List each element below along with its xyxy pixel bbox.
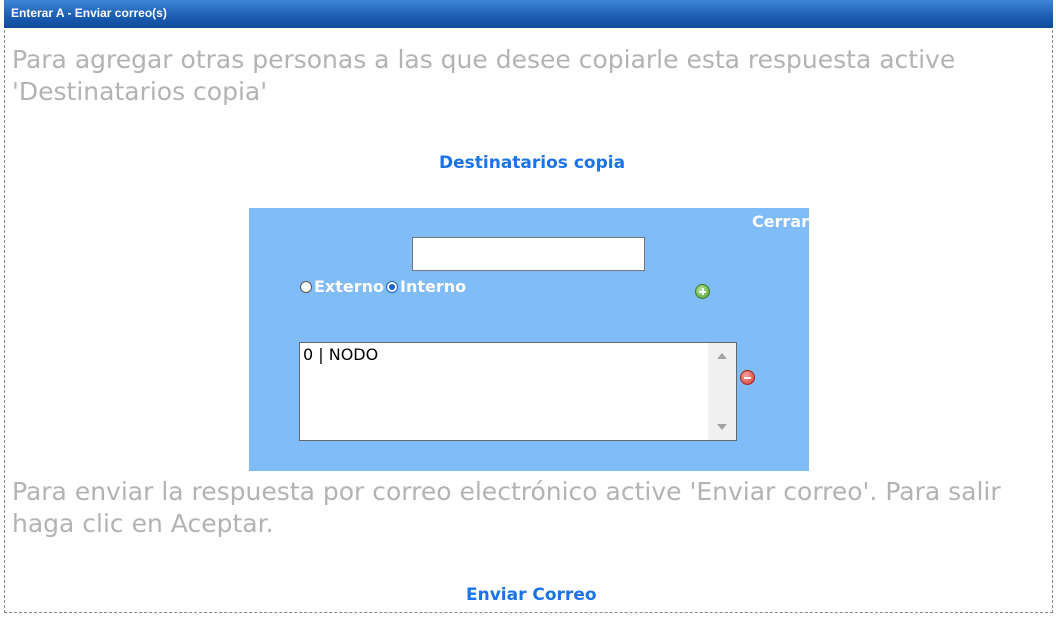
plus-vertical xyxy=(701,288,704,295)
internal-radio-label[interactable]: Interno xyxy=(400,277,466,296)
listbox-scrollbar[interactable] xyxy=(708,343,736,440)
send-instructions: Para enviar la respuesta por correo elec… xyxy=(12,477,1001,538)
external-radio-label[interactable]: Externo xyxy=(314,277,384,296)
recipients-copy-link[interactable]: Destinatarios copia xyxy=(439,153,625,173)
recipients-copy-panel: Cerrar Externo Interno 0 | NODO xyxy=(249,208,809,471)
scroll-down-arrow-icon[interactable] xyxy=(717,424,727,430)
minus-horizontal xyxy=(744,377,751,379)
close-button[interactable]: Cerrar xyxy=(752,212,809,231)
add-recipient-icon[interactable] xyxy=(695,284,710,299)
remove-recipient-icon[interactable] xyxy=(740,370,755,385)
recipients-listbox[interactable]: 0 | NODO xyxy=(299,342,737,441)
list-item[interactable]: 0 | NODO xyxy=(303,345,378,364)
recipient-input[interactable] xyxy=(412,237,645,271)
window-title: Enterar A - Enviar correo(s) xyxy=(4,0,1053,28)
copy-instructions: Para agregar otras personas a las que de… xyxy=(12,45,956,106)
internal-radio[interactable] xyxy=(386,280,399,293)
send-mail-link[interactable]: Enviar Correo xyxy=(466,585,597,605)
external-radio[interactable] xyxy=(300,280,312,293)
scroll-up-arrow-icon[interactable] xyxy=(717,353,727,359)
recipient-type-radio-group: Externo Interno xyxy=(300,277,466,296)
